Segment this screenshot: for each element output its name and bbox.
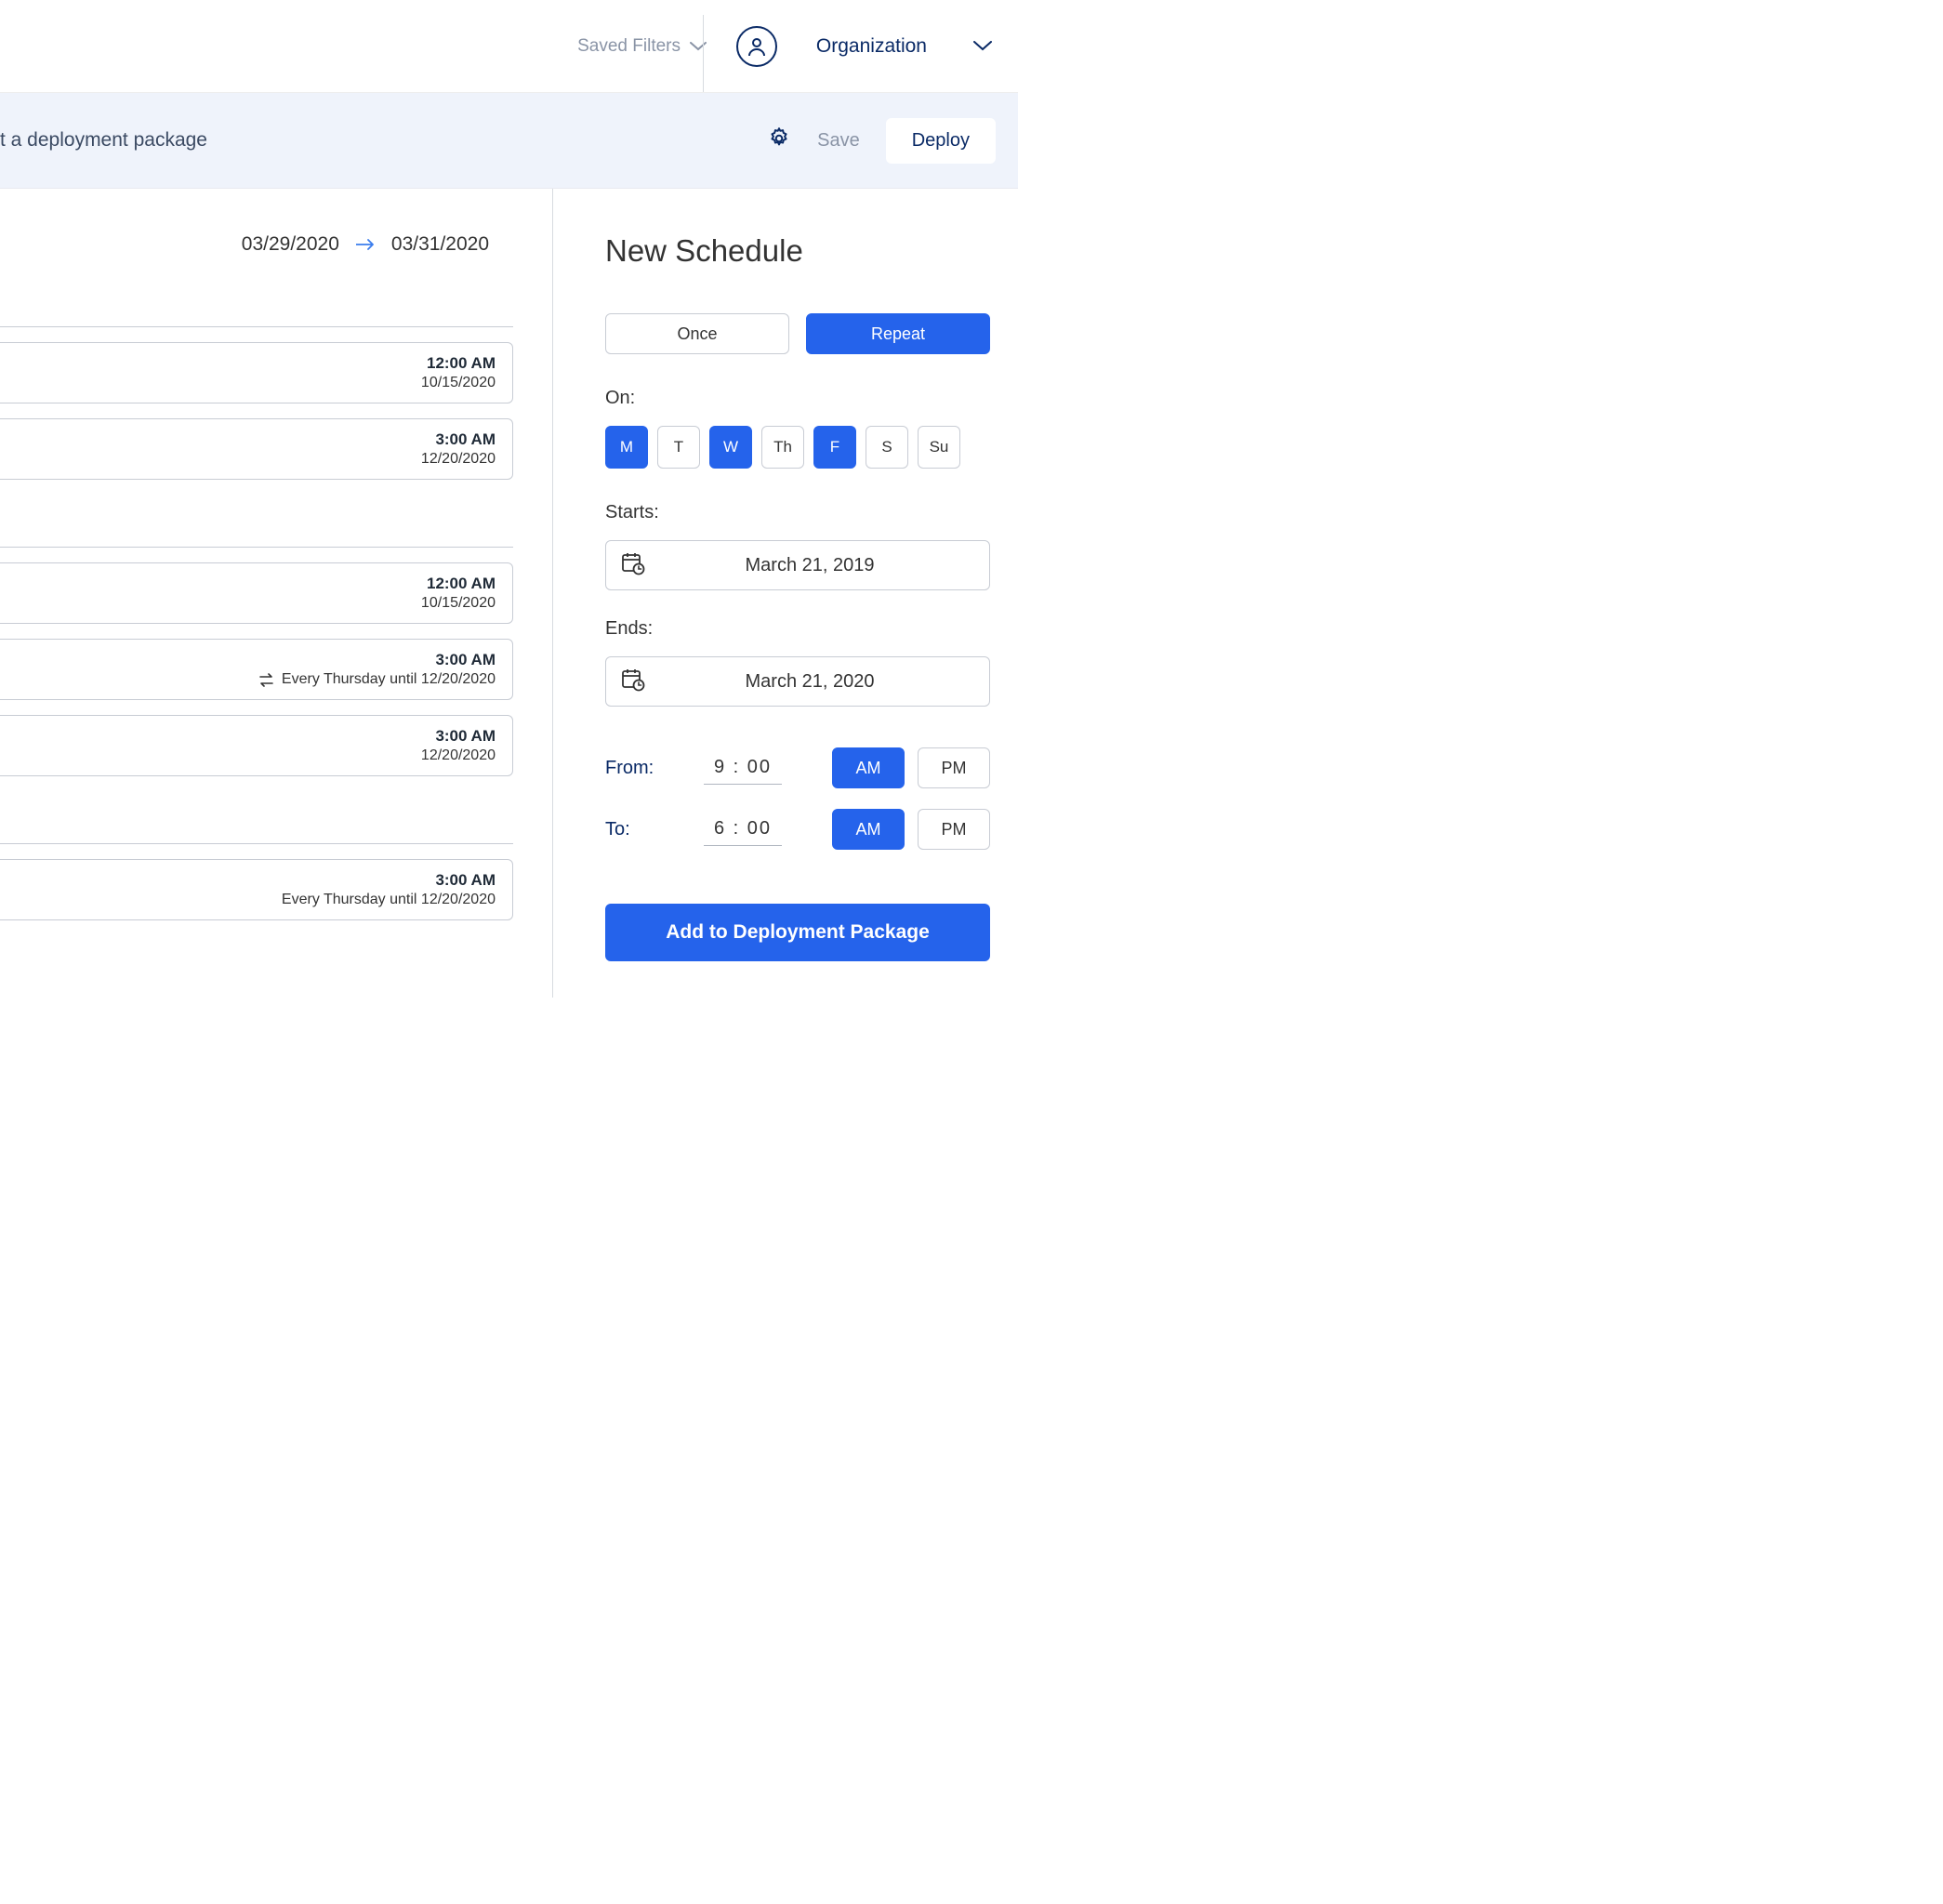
to-time-row: To: AM PM [605, 809, 990, 850]
saved-filters-label: Saved Filters [577, 36, 681, 57]
schedule-list-column: 03/29/2020 03/31/2020 12:00 AM 10/15/202… [0, 189, 553, 998]
user-icon [746, 35, 768, 58]
from-label: From: [605, 758, 687, 779]
schedule-card-repeat-text: Every Thursday until 12/20/2020 [0, 892, 496, 908]
repeat-toggle[interactable]: Repeat [806, 313, 990, 354]
from-am-button[interactable]: AM [832, 747, 905, 788]
settings-button[interactable] [767, 126, 791, 155]
schedule-card-date: 10/15/2020 [0, 595, 496, 612]
schedule-card[interactable]: 12:00 AM 10/15/2020 [0, 342, 513, 403]
date-range-from: 03/29/2020 [242, 233, 339, 256]
schedule-card-date: 10/15/2020 [0, 375, 496, 391]
day-wednesday[interactable]: W [709, 426, 752, 469]
schedule-card[interactable]: 3:00 AM Every Thursday until 12/20/2020 [0, 859, 513, 920]
repeat-icon [258, 673, 274, 687]
schedule-card-time: 12:00 AM [0, 575, 496, 593]
chevron-down-icon [690, 42, 707, 51]
date-range-to: 03/31/2020 [391, 233, 489, 256]
days-row: M T W Th F S Su [605, 426, 990, 469]
starts-label: Starts: [605, 502, 990, 523]
starts-date-field[interactable]: March 21, 2019 [605, 540, 990, 590]
schedule-card-time: 3:00 AM [0, 651, 496, 669]
schedule-card-time: 12:00 AM [0, 354, 496, 373]
schedule-card[interactable]: 3:00 AM 12/20/2020 [0, 715, 513, 776]
to-am-button[interactable]: AM [832, 809, 905, 850]
saved-filters-dropdown[interactable]: Saved Filters [577, 0, 707, 93]
gear-icon [767, 126, 791, 151]
from-time-row: From: AM PM [605, 747, 990, 788]
ends-date-field[interactable]: March 21, 2020 [605, 656, 990, 707]
to-pm-button[interactable]: PM [918, 809, 990, 850]
actionbar: t a deployment package Save Deploy [0, 93, 1018, 189]
organization-label: Organization [816, 35, 927, 58]
calendar-clock-icon [621, 668, 645, 696]
add-to-package-button[interactable]: Add to Deployment Package [605, 904, 990, 961]
actionbar-actions: Save Deploy [767, 118, 996, 164]
schedule-card[interactable]: 12:00 AM 10/15/2020 [0, 562, 513, 624]
schedule-card-repeat-text: Every Thursday until 12/20/2020 [282, 671, 496, 688]
to-time-input[interactable] [704, 813, 782, 846]
new-schedule-panel: New Schedule Once Repeat On: M T W Th F … [553, 189, 1018, 998]
organization-dropdown[interactable]: Organization [816, 35, 992, 58]
day-thursday[interactable]: Th [761, 426, 804, 469]
topbar-divider [703, 15, 704, 92]
day-saturday[interactable]: S [866, 426, 908, 469]
arrow-right-icon [356, 239, 375, 250]
from-time-input[interactable] [704, 751, 782, 785]
day-sunday[interactable]: Su [918, 426, 960, 469]
to-label: To: [605, 819, 687, 840]
schedule-card-repeat: Every Thursday until 12/20/2020 [0, 671, 496, 688]
day-tuesday[interactable]: T [657, 426, 700, 469]
date-range: 03/29/2020 03/31/2020 [0, 233, 552, 256]
from-ampm: AM PM [832, 747, 990, 788]
topbar: Saved Filters Organization [0, 0, 1018, 93]
frequency-toggle: Once Repeat [605, 313, 990, 354]
panel-title: New Schedule [605, 233, 990, 269]
calendar-clock-icon [621, 551, 645, 580]
to-ampm: AM PM [832, 809, 990, 850]
schedule-card-time: 3:00 AM [0, 727, 496, 746]
main: 03/29/2020 03/31/2020 12:00 AM 10/15/202… [0, 189, 1018, 998]
schedule-card-date: 12/20/2020 [0, 451, 496, 468]
ends-label: Ends: [605, 618, 990, 640]
schedule-card-date: 12/20/2020 [0, 747, 496, 764]
day-monday[interactable]: M [605, 426, 648, 469]
day-friday[interactable]: F [813, 426, 856, 469]
deploy-button[interactable]: Deploy [886, 118, 996, 164]
from-pm-button[interactable]: PM [918, 747, 990, 788]
once-toggle[interactable]: Once [605, 313, 789, 354]
schedule-card[interactable]: 3:00 AM 12/20/2020 [0, 418, 513, 480]
schedule-card-time: 3:00 AM [0, 871, 496, 890]
on-label: On: [605, 388, 990, 409]
save-button[interactable]: Save [817, 130, 860, 152]
schedule-card-time: 3:00 AM [0, 430, 496, 449]
chevron-down-icon [973, 41, 992, 51]
page-title: t a deployment package [0, 129, 207, 152]
avatar[interactable] [736, 26, 777, 67]
ends-date-value: March 21, 2020 [645, 671, 974, 693]
schedule-card[interactable]: 3:00 AM Every Thursday until 12/20/2020 [0, 639, 513, 700]
starts-date-value: March 21, 2019 [645, 555, 974, 576]
